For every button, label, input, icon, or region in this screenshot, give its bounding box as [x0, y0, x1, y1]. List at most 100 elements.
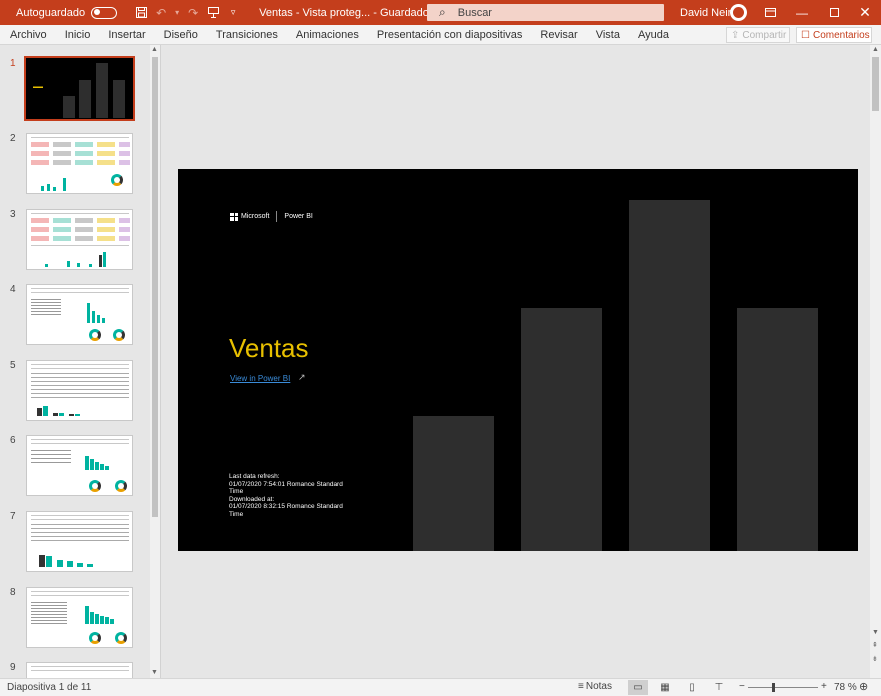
thumbnail-row[interactable]: 1 ▬▬ [0, 56, 150, 124]
slideshow-view-icon[interactable]: ⊤ [709, 680, 729, 695]
save-icon[interactable] [131, 0, 151, 25]
thumbnail-row[interactable]: 6 [0, 435, 150, 501]
minimize-icon[interactable]: — [786, 0, 818, 25]
thumbnail-number: 6 [10, 435, 16, 446]
present-icon[interactable] [203, 0, 223, 25]
ribbon-display-options-icon[interactable] [754, 0, 786, 25]
brand-power-bi: Power BI [284, 213, 313, 220]
tab-archivo[interactable]: Archivo [0, 29, 56, 41]
next-slide-icon[interactable]: ⇟ [872, 655, 878, 663]
reading-view-icon[interactable]: ▯ [682, 680, 702, 695]
zoom-slider[interactable] [748, 687, 818, 688]
scroll-up-icon[interactable]: ▲ [151, 46, 158, 53]
thumbnail-number: 5 [10, 360, 16, 371]
tab-transiciones[interactable]: Transiciones [207, 29, 287, 41]
slide-thumbnail[interactable] [26, 587, 133, 648]
tab-ayuda[interactable]: Ayuda [629, 29, 678, 41]
search-placeholder: Buscar [457, 6, 492, 19]
zoom-out-icon[interactable]: − [739, 681, 745, 692]
scroll-down-icon[interactable]: ▼ [872, 629, 879, 636]
slide-thumbnail[interactable] [26, 360, 133, 421]
zoom-level[interactable]: 78 % [834, 682, 857, 693]
share-button[interactable]: ⇪ Compartir [726, 27, 790, 43]
downloaded-value: 01/07/2020 8:32:15 Romance Standard Time [229, 503, 343, 518]
slide-thumbnail[interactable] [26, 662, 133, 678]
scroll-up-icon[interactable]: ▲ [872, 46, 879, 53]
scrollbar-thumb[interactable] [872, 57, 879, 111]
title-bar: Autoguardado ↶ ▾ ↷ ▿ Ventas - Vista prot… [0, 0, 881, 25]
tab-presentacion[interactable]: Presentación con diapositivas [368, 29, 532, 41]
thumbnail-number: 7 [10, 511, 16, 522]
tab-revisar[interactable]: Revisar [531, 29, 586, 41]
autosave-label: Autoguardado [16, 6, 86, 19]
refresh-label: Last data refresh: [229, 473, 280, 480]
normal-view-icon[interactable]: ▭ [628, 680, 648, 695]
microsoft-logo-icon [230, 212, 238, 221]
slide-canvas[interactable]: Microsoft Power BI Ventas View in Power … [178, 169, 858, 551]
thumbnail-number: 1 [10, 58, 16, 69]
scrollbar-thumb[interactable] [152, 57, 158, 517]
slide-thumbnail[interactable] [26, 435, 133, 496]
slide-thumbnail[interactable] [26, 209, 133, 270]
slide-thumbnail-active[interactable]: ▬▬ [24, 56, 135, 121]
decorative-bar [737, 308, 818, 551]
avatar[interactable] [730, 4, 747, 21]
view-in-power-bi-link[interactable]: View in Power BI [230, 374, 290, 383]
comments-button[interactable]: ☐ Comentarios [796, 27, 872, 43]
thumbnail-row[interactable]: 4 [0, 284, 150, 350]
undo-icon[interactable]: ↶ [151, 0, 171, 25]
slide-editor: Microsoft Power BI Ventas View in Power … [160, 45, 870, 678]
search-box[interactable]: ⌕ Buscar [427, 4, 664, 21]
thumbnail-row[interactable]: 3 [0, 209, 150, 275]
slide-thumbnail-pane: 1 ▬▬ 2 3 4 5 6 7 8 9 [0, 45, 150, 678]
thumbnail-number: 2 [10, 133, 16, 144]
slide-counter: Diapositiva 1 de 11 [7, 682, 92, 693]
thumbnail-number: 3 [10, 209, 16, 220]
thumbnail-row[interactable]: 8 [0, 587, 150, 653]
scroll-down-icon[interactable]: ▼ [151, 669, 158, 676]
thumbnail-number: 9 [10, 662, 16, 673]
thumbnail-row[interactable]: 5 [0, 360, 150, 426]
undo-dropdown-icon[interactable]: ▾ [171, 0, 183, 25]
decorative-bar [521, 308, 602, 551]
status-bar: Diapositiva 1 de 11 ≡ Notas ▭ ▦ ▯ ⊤ − + … [0, 678, 881, 696]
thumbnail-scrollbar[interactable]: ▲ ▼ [150, 45, 160, 678]
notes-label: Notas [585, 681, 612, 692]
downloaded-label: Downloaded at: [229, 495, 275, 503]
thumbnail-number: 4 [10, 284, 16, 295]
tab-diseno[interactable]: Diseño [155, 29, 207, 41]
user-name[interactable]: David Neira [680, 7, 737, 19]
refresh-info: Last data refresh: 01/07/2020 7:54:01 Ro… [229, 473, 354, 519]
decorative-bar [413, 416, 494, 551]
slide-thumbnail[interactable] [26, 133, 133, 194]
redo-icon[interactable]: ↷ [183, 0, 203, 25]
tab-animaciones[interactable]: Animaciones [287, 29, 368, 41]
thumbnail-row[interactable]: 7 [0, 511, 150, 577]
comment-icon: ☐ [801, 29, 810, 41]
slide-title: Ventas [229, 333, 309, 363]
slide-thumbnail[interactable] [26, 511, 133, 572]
share-icon: ⇪ [731, 29, 740, 41]
close-icon[interactable]: ✕ [849, 0, 881, 25]
notes-button[interactable]: ≡ Notas [578, 681, 612, 692]
previous-slide-icon[interactable]: ⇞ [872, 641, 878, 649]
external-link-icon[interactable]: ↗ [298, 372, 306, 383]
microsoft-power-bi-logo: Microsoft Power BI [230, 211, 313, 222]
tab-vista[interactable]: Vista [587, 29, 629, 41]
tab-inicio[interactable]: Inicio [56, 29, 100, 41]
slide-sorter-icon[interactable]: ▦ [655, 680, 675, 695]
maximize-icon[interactable] [818, 0, 850, 25]
comments-label: Comentarios [812, 29, 870, 41]
zoom-slider-handle[interactable] [772, 683, 775, 692]
fit-to-window-icon[interactable]: ⊕ [859, 680, 868, 693]
autosave-toggle[interactable] [91, 6, 118, 19]
slide-thumbnail[interactable] [26, 284, 133, 345]
tab-insertar[interactable]: Insertar [99, 29, 154, 41]
editor-scrollbar[interactable]: ▲ ▼ ⇞ ⇟ [870, 45, 881, 678]
thumbnail-row[interactable]: 9 [0, 662, 150, 678]
notes-icon: ≡ [578, 681, 584, 692]
share-label: Compartir [742, 29, 787, 41]
customize-toolbar-icon[interactable]: ▿ [223, 0, 243, 25]
zoom-in-icon[interactable]: + [821, 681, 827, 692]
thumbnail-row[interactable]: 2 [0, 133, 150, 199]
